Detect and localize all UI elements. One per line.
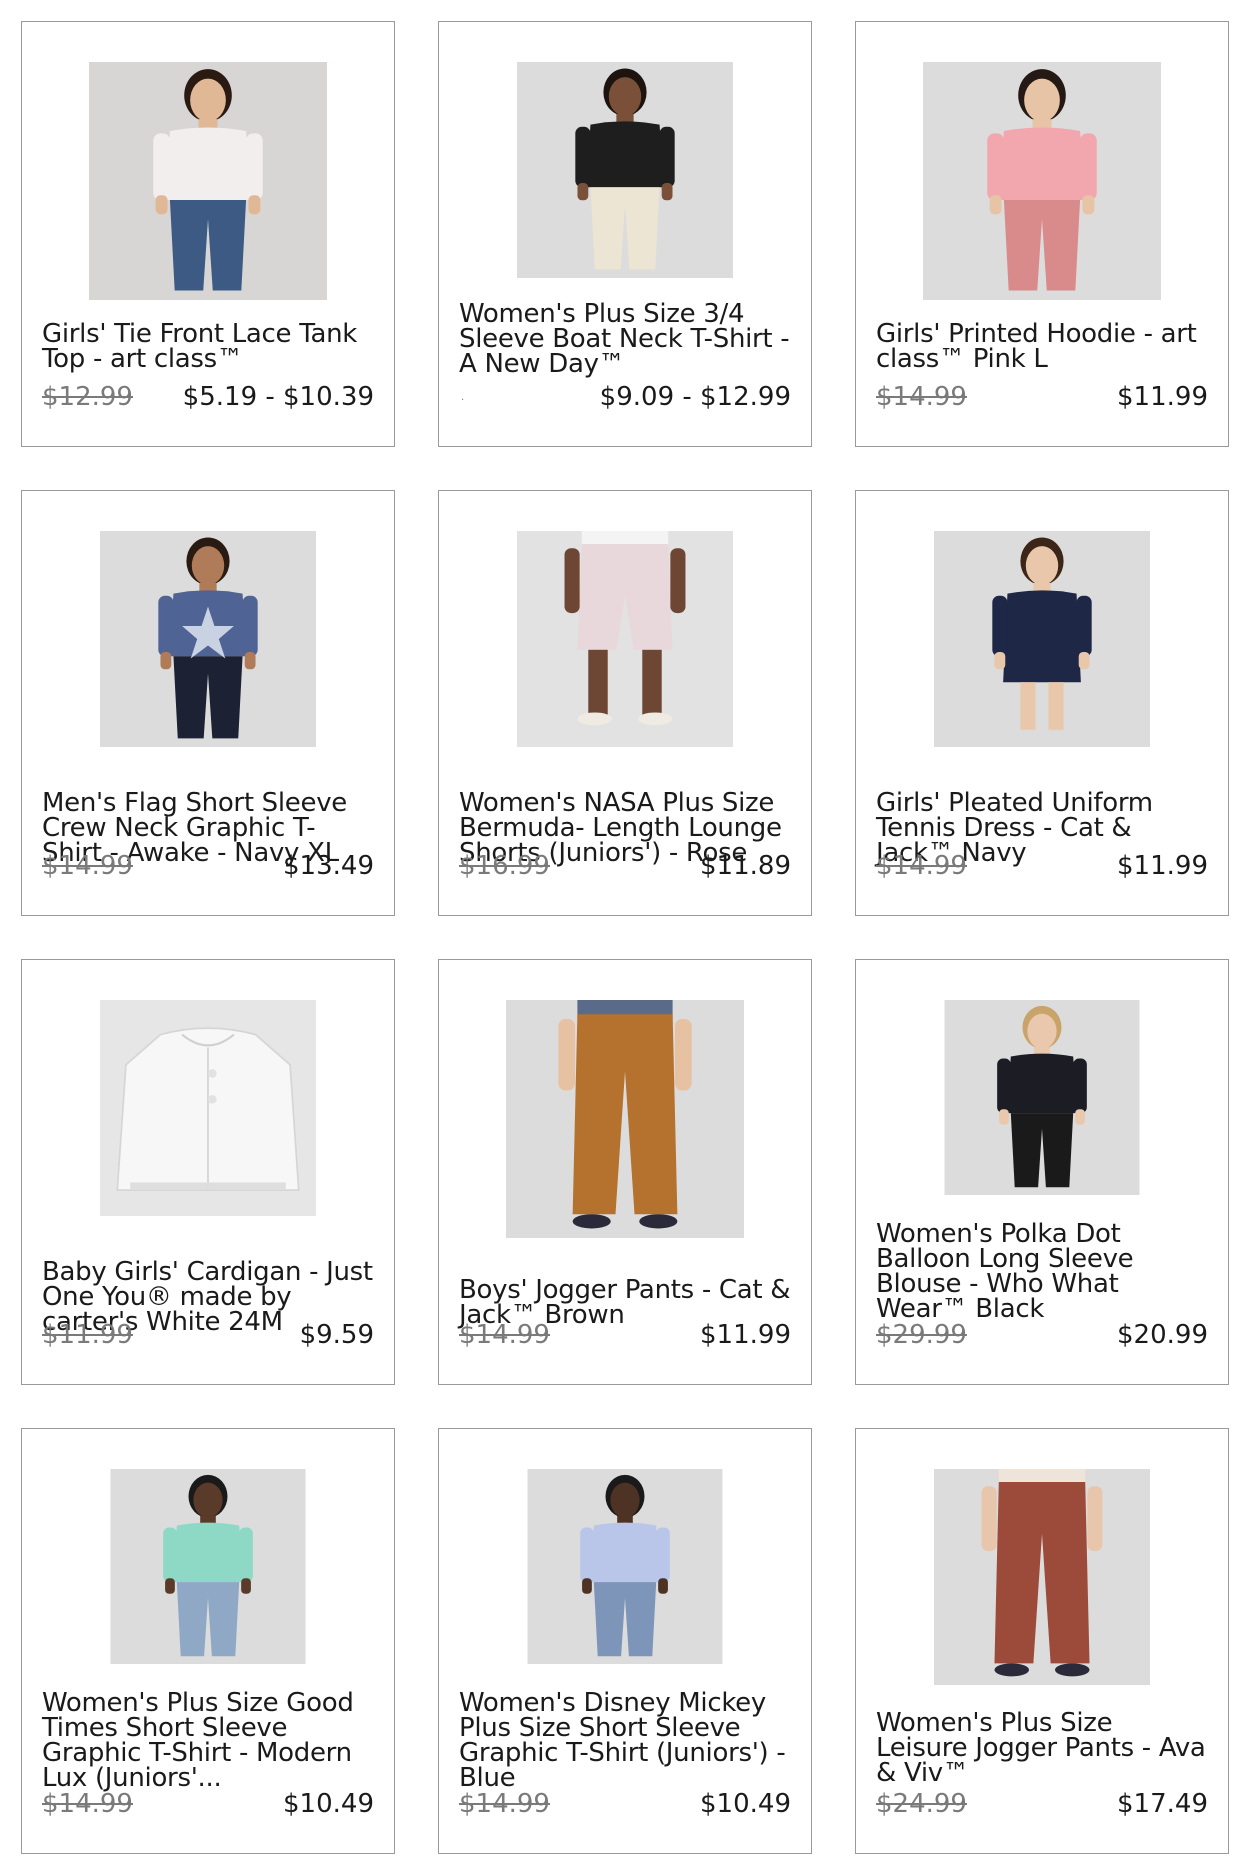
sale-price: $20.99 — [1117, 1320, 1208, 1350]
original-price: $14.99 — [876, 851, 967, 881]
original-price: $16.99 — [459, 851, 550, 881]
sale-price: $5.19 - $10.39 — [182, 382, 374, 412]
sale-price: $9.09 - $12.99 — [599, 382, 791, 412]
product-card[interactable]: Women's Plus Size 3/4 Sleeve Boat Neck T… — [438, 21, 812, 447]
product-card[interactable]: Girls' Tie Front Lace Tank Top - art cla… — [21, 21, 395, 447]
original-price: $11.99 — [42, 1320, 133, 1350]
original-price: $24.99 — [876, 1789, 967, 1819]
sale-price: $11.89 — [700, 851, 791, 881]
sale-price: $13.49 — [283, 851, 374, 881]
product-card[interactable]: Men's Flag Short Sleeve Crew Neck Graphi… — [21, 490, 395, 916]
product-image[interactable] — [89, 62, 327, 300]
product-card[interactable]: Girls' Pleated Uniform Tennis Dress - Ca… — [855, 490, 1229, 916]
product-card[interactable]: Baby Girls' Cardigan - Just One You® mad… — [21, 959, 395, 1385]
sale-price: $11.99 — [1117, 851, 1208, 881]
product-grid: Girls' Tie Front Lace Tank Top - art cla… — [0, 0, 1250, 1875]
sale-price: $11.99 — [700, 1320, 791, 1350]
product-image[interactable] — [506, 1000, 744, 1238]
product-image[interactable] — [100, 531, 316, 747]
product-image[interactable] — [517, 62, 733, 278]
original-price: $14.99 — [876, 382, 967, 412]
product-card[interactable]: Women's Disney Mickey Plus Size Short Sl… — [438, 1428, 812, 1854]
product-card[interactable]: Women's NASA Plus Size Bermuda- Length L… — [438, 490, 812, 916]
original-price: $14.99 — [42, 851, 133, 881]
sale-price: $9.59 — [299, 1320, 374, 1350]
product-title[interactable]: Women's Polka Dot Balloon Long Sleeve Bl… — [876, 1221, 1210, 1322]
original-price: $12.99 — [42, 382, 133, 412]
product-image[interactable] — [934, 531, 1150, 747]
original-price: $14.99 — [459, 1320, 550, 1350]
sale-price: $17.49 — [1117, 1789, 1208, 1819]
original-price: $14.99 — [459, 1789, 550, 1819]
sale-price: $10.49 — [283, 1789, 374, 1819]
product-image[interactable] — [934, 1469, 1150, 1685]
divider-dot: · — [461, 395, 465, 406]
sale-price: $10.49 — [700, 1789, 791, 1819]
original-price: $14.99 — [42, 1789, 133, 1819]
original-price: $29.99 — [876, 1320, 967, 1350]
product-image[interactable] — [527, 1469, 723, 1664]
product-card[interactable]: Boys' Jogger Pants - Cat & Jack™ Brown $1… — [438, 959, 812, 1385]
product-title[interactable]: Women's Disney Mickey Plus Size Short Sl… — [459, 1690, 793, 1791]
product-title[interactable]: Women's Plus Size Leisure Jogger Pants -… — [876, 1710, 1210, 1786]
product-image[interactable] — [110, 1469, 306, 1664]
product-title[interactable]: Girls' Tie Front Lace Tank Top - art cla… — [42, 321, 376, 372]
product-card[interactable]: Women's Plus Size Good Times Short Sleev… — [21, 1428, 395, 1854]
product-image[interactable] — [944, 1000, 1140, 1195]
product-card[interactable]: Girls' Printed Hoodie - art class™ Pink … — [855, 21, 1229, 447]
sale-price: $11.99 — [1117, 382, 1208, 412]
product-card[interactable]: Women's Polka Dot Balloon Long Sleeve Bl… — [855, 959, 1229, 1385]
product-image[interactable] — [100, 1000, 316, 1216]
product-title[interactable]: Women's Plus Size 3/4 Sleeve Boat Neck T… — [459, 301, 793, 377]
product-title[interactable]: Women's Plus Size Good Times Short Sleev… — [42, 1690, 376, 1791]
product-title[interactable]: Girls' Printed Hoodie - art class™ Pink … — [876, 321, 1210, 372]
product-image[interactable] — [517, 531, 733, 747]
product-card[interactable]: Women's Plus Size Leisure Jogger Pants -… — [855, 1428, 1229, 1854]
product-image[interactable] — [923, 62, 1161, 300]
